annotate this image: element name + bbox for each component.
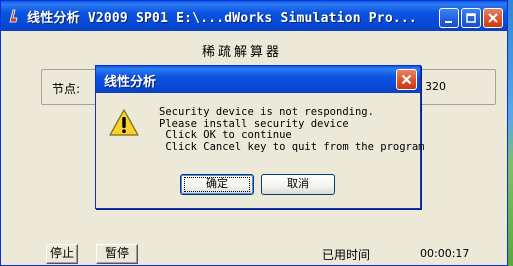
ok-button[interactable]: 确定 [180, 174, 254, 195]
cancel-button[interactable]: 取消 [261, 174, 335, 195]
solver-title: 稀疏解算器 [201, 45, 282, 60]
window-title: 线性分析 V2009 SP01 E:\...dWorks Simulation … [27, 11, 417, 25]
node-count: 320 [425, 80, 446, 93]
main-titlebar[interactable]: 线性分析 V2009 SP01 E:\...dWorks Simulation … [1, 1, 507, 31]
dialog-title: 线性分析 [104, 75, 157, 90]
security-warning-dialog: 线性分析 Security device is not responding. … [95, 65, 425, 209]
minimize-button[interactable] [439, 8, 459, 28]
close-button[interactable] [483, 8, 503, 28]
dialog-close-button[interactable] [396, 69, 417, 90]
maximize-button[interactable] [461, 8, 481, 28]
warning-icon [108, 108, 140, 138]
minimize-icon [445, 21, 452, 23]
app-icon[interactable] [6, 8, 22, 24]
elapsed-time-value: 00:00:17 [420, 247, 470, 260]
message-line: Click OK to continue [159, 129, 292, 141]
pause-button[interactable]: 暂停 [96, 244, 138, 264]
maximize-icon [466, 13, 476, 23]
dialog-titlebar[interactable]: 线性分析 [96, 66, 420, 93]
close-icon [488, 13, 498, 23]
close-icon [401, 74, 412, 85]
stop-button[interactable]: 停止 [46, 244, 78, 264]
elapsed-time-label: 已用时间 [322, 248, 371, 262]
message-line: Click Cancel key to quit from the progra… [159, 141, 425, 153]
message-line: Security device is not responding. [159, 106, 374, 118]
focus-outline [184, 177, 250, 192]
node-label: 节点: [52, 82, 81, 96]
